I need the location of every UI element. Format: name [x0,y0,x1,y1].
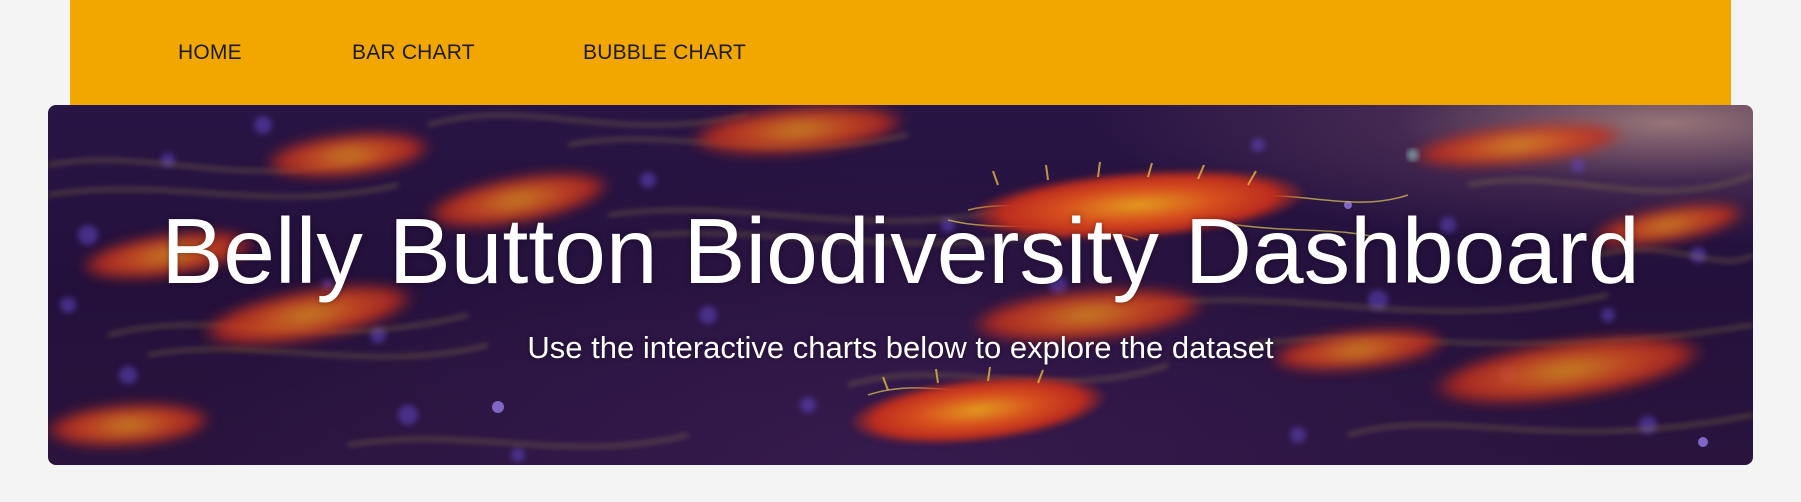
nav-bar-chart-link[interactable]: BAR CHART [352,41,475,65]
nav-bubble-chart-link[interactable]: BUBBLE CHART [583,41,746,65]
top-navbar: HOME BAR CHART BUBBLE CHART [70,0,1731,106]
hero-banner: Belly Button Biodiversity Dashboard Use … [48,105,1753,465]
page-title: Belly Button Biodiversity Dashboard [161,199,1640,303]
page-subtitle: Use the interactive charts below to expl… [527,330,1274,365]
nav-home-link[interactable]: HOME [178,41,242,65]
